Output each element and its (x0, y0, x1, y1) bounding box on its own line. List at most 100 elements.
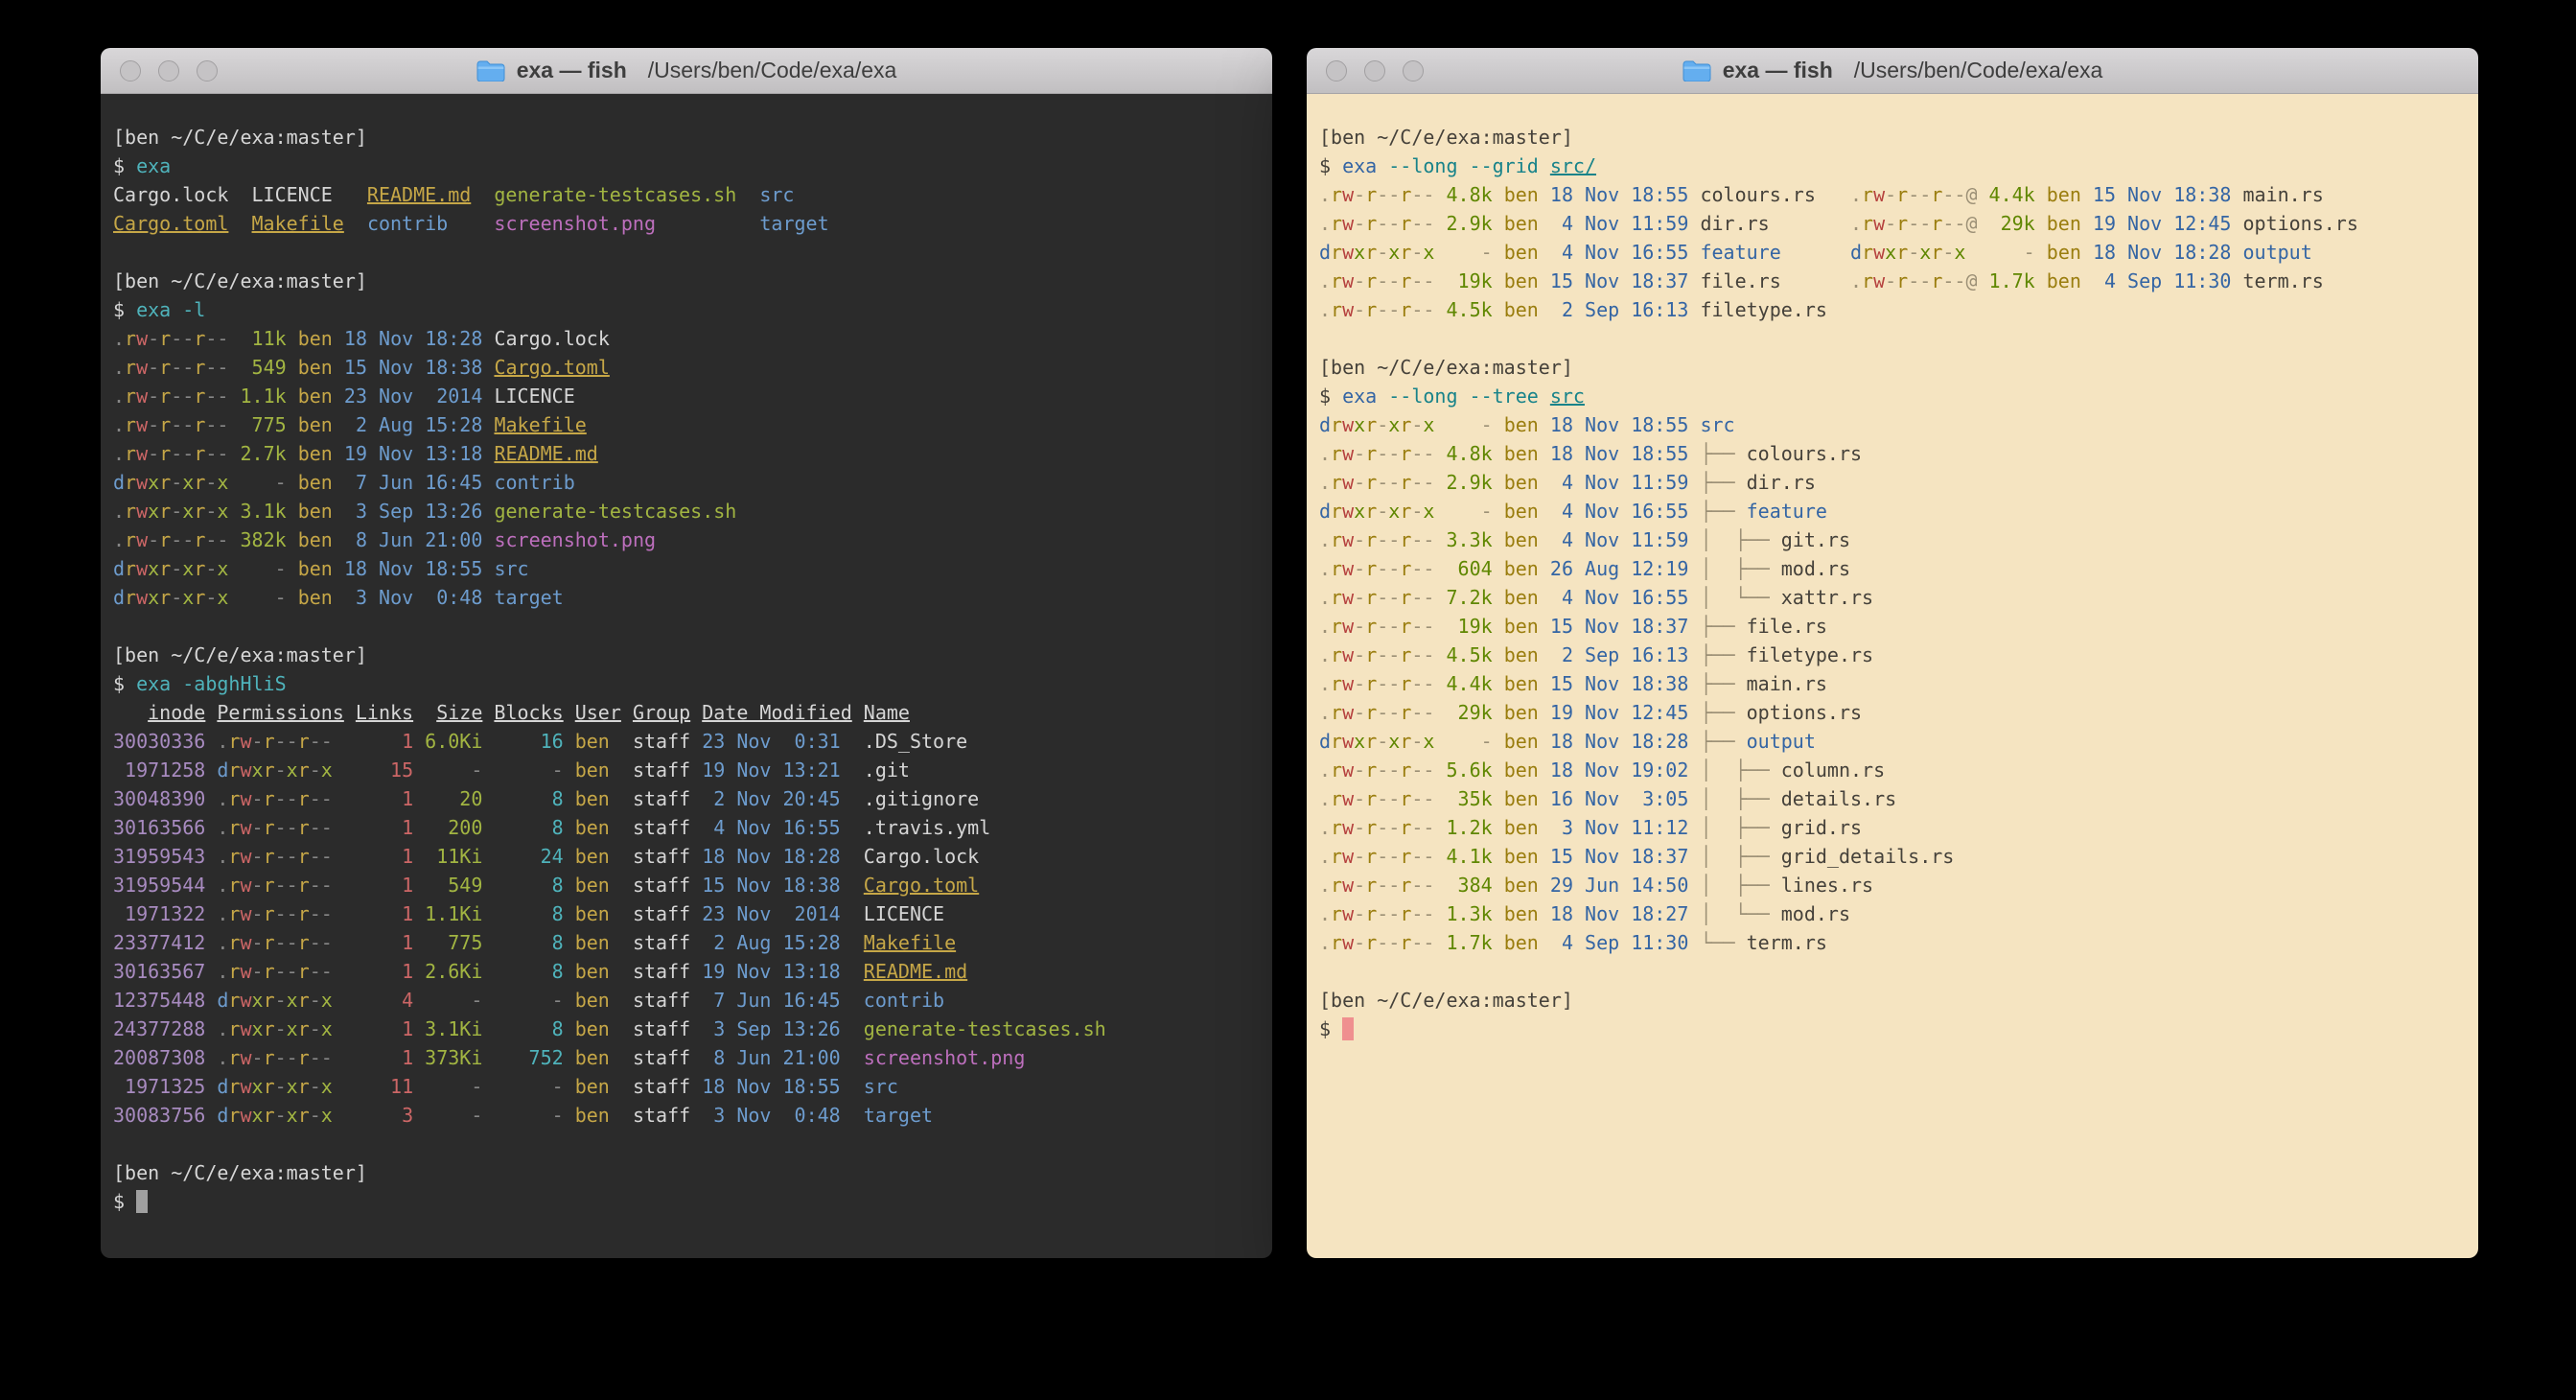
permission-char: . (1850, 183, 1862, 206)
terminal-line: 23377412 .rw-r--r-- 1 775 8 ben staff 2 … (113, 928, 1260, 957)
permission-char: r (194, 500, 205, 523)
permission-char: d (113, 557, 125, 580)
permission-char: r (1896, 183, 1908, 206)
permission-char: - (310, 1075, 321, 1098)
minimize-button[interactable] (158, 60, 179, 82)
permission-char: w (1342, 845, 1354, 868)
terminal-text: 4 (344, 989, 413, 1012)
permission-char (333, 758, 344, 782)
permission-char: . (217, 816, 228, 839)
permission-char: - (1377, 787, 1388, 810)
permission-char: - (275, 730, 287, 753)
terminal-text (482, 442, 494, 465)
terminal-text (448, 212, 494, 235)
traffic-lights (120, 48, 218, 94)
permission-char: r (228, 1046, 240, 1069)
permission-char: - (1411, 787, 1423, 810)
permission-char: r (1400, 471, 1411, 494)
permission-char: x (1423, 413, 1434, 436)
terminal-line: 30163567 .rw-r--r-- 1 2.6Ki 8 ben staff … (113, 957, 1260, 986)
permission-char: r (1365, 672, 1377, 695)
permission-char: - (1423, 874, 1434, 897)
permission-char: w (1342, 183, 1354, 206)
terminal-line: 20087308 .rw-r--r-- 1 373Ki 752 ben staf… (113, 1043, 1260, 1072)
permission-char: - (217, 528, 228, 551)
permission-char: r (1931, 183, 1942, 206)
permission-char: x (182, 557, 194, 580)
permission-char: - (275, 989, 287, 1012)
zoom-button[interactable] (197, 60, 218, 82)
permission-char: d (1319, 241, 1331, 264)
terminal-text: 1.7k (1978, 269, 2035, 292)
terminal-line: .rw-r--r-- 1.2k ben 3 Nov 11:12 │ ├── gr… (1319, 813, 2466, 842)
terminal-text: - (413, 1075, 482, 1098)
terminal-text: │ └── (1688, 586, 1780, 609)
permission-char: r (264, 758, 275, 782)
close-button[interactable] (120, 60, 141, 82)
terminal-text: 23 Nov 2014 (333, 385, 483, 408)
permission-char: - (1411, 874, 1423, 897)
terminal-text: ben (1493, 787, 1539, 810)
minimize-button[interactable] (1364, 60, 1385, 82)
terminal-text: screenshot.png (494, 528, 656, 551)
permission-char: - (1388, 586, 1400, 609)
terminal-text: Cargo.lock (841, 845, 980, 868)
terminal-text: [ben ~/C/e/exa:master] (1319, 989, 1573, 1012)
terminal-text: 15 Nov 18:37 (1539, 269, 1689, 292)
permission-char: r (1896, 212, 1908, 235)
zoom-button[interactable] (1403, 60, 1424, 82)
terminal-text: 1 (344, 960, 413, 983)
permission-char: w (1342, 643, 1354, 666)
terminal-text: 2.9k (1434, 212, 1492, 235)
permission-char: - (1411, 471, 1423, 494)
terminal-text: User (575, 701, 621, 724)
permission-char: - (1377, 816, 1388, 839)
permission-char: - (252, 845, 264, 868)
terminal-text (344, 212, 367, 235)
permission-char: r (298, 1075, 310, 1098)
permission-char: r (1400, 643, 1411, 666)
terminal-text (205, 758, 217, 782)
terminal-text: ben (1493, 931, 1539, 954)
titlebar[interactable]: exa — fish /Users/ben/Code/exa/exa (1307, 48, 2478, 94)
permission-char: r (1931, 241, 1942, 264)
permission-char: r (125, 528, 136, 551)
permission-char: x (1885, 241, 1896, 264)
permission-char: - (217, 356, 228, 379)
permission-char: - (275, 845, 287, 868)
terminal-text: 29k (1978, 212, 2035, 235)
close-button[interactable] (1326, 60, 1347, 82)
permission-char: r (194, 442, 205, 465)
permission-char: x (287, 1075, 298, 1098)
titlebar[interactable]: exa — fish /Users/ben/Code/exa/exa (101, 48, 1272, 94)
permission-char: - (1423, 701, 1434, 724)
permission-char: w (1873, 241, 1885, 264)
permission-char: . (1319, 528, 1331, 551)
permission-char: r (228, 902, 240, 925)
permission-char: x (1388, 241, 1400, 264)
permission-char: x (182, 500, 194, 523)
terminal-text: ben (1493, 528, 1539, 551)
terminal-line: [ben ~/C/e/exa:master] (113, 123, 1260, 152)
permission-char: r (1365, 816, 1377, 839)
permission-char: . (1319, 269, 1331, 292)
terminal-line: .rwxr-xr-x 3.1k ben 3 Sep 13:26 generate… (113, 497, 1260, 525)
terminal-text: │ ├── (1688, 557, 1780, 580)
permission-char: r (298, 730, 310, 753)
terminal-line: 1971325 drwxr-xr-x 11 - - ben staff 18 N… (113, 1072, 1260, 1101)
terminal-line: .rw-r--r-- 382k ben 8 Jun 21:00 screensh… (113, 525, 1260, 554)
terminal-text: 384 (1434, 874, 1492, 897)
terminal-output[interactable]: [ben ~/C/e/exa:master]$ exa --long --gri… (1307, 94, 2478, 1258)
permission-char: r (1400, 269, 1411, 292)
terminal-text: 19 Nov 13:18 (333, 442, 483, 465)
terminal-output[interactable]: [ben ~/C/e/exa:master]$ exaCargo.lock LI… (101, 94, 1272, 1258)
permission-char: - (217, 385, 228, 408)
terminal-text: Cargo.toml (864, 874, 979, 897)
permission-char: w (1342, 816, 1354, 839)
terminal-text: 1 (344, 931, 413, 954)
terminal-text: $ (113, 154, 136, 177)
terminal-text: filetype.rs (1688, 298, 1827, 321)
permission-char: - (205, 327, 217, 350)
permission-char: x (1423, 241, 1434, 264)
permission-char: w (136, 327, 148, 350)
